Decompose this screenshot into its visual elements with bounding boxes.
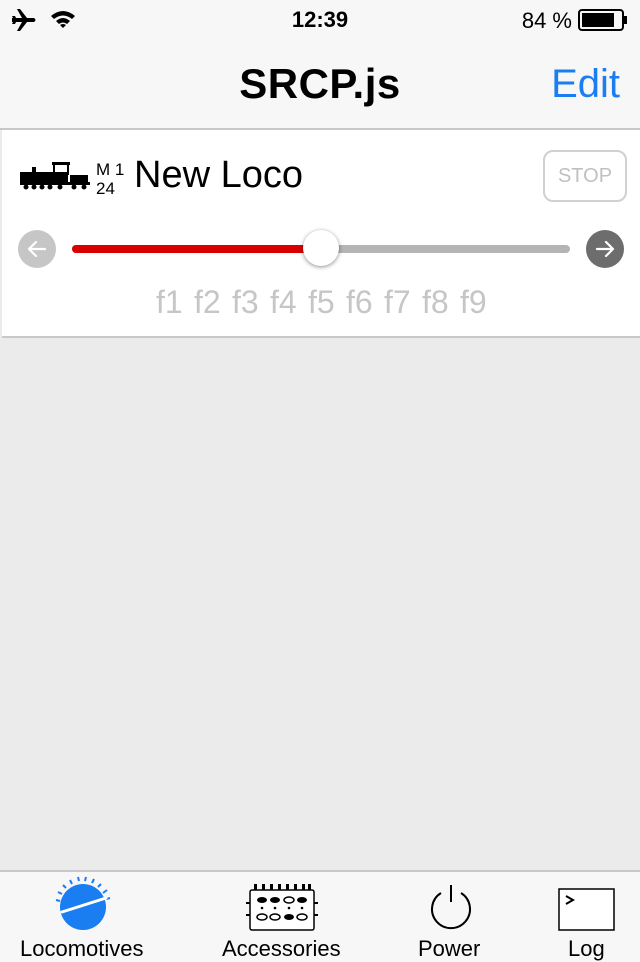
tab-label-locomotives: Locomotives [20, 936, 144, 961]
function-button-f6[interactable]: f6 [346, 284, 384, 321]
loco-name: New Loco [134, 154, 303, 196]
tab-power[interactable]: Power [404, 872, 496, 962]
tab-label-accessories: Accessories [222, 936, 341, 961]
function-button-f1[interactable]: f1 [156, 284, 194, 321]
navigation-bar: SRCP.js Edit [0, 40, 640, 130]
function-button-f4[interactable]: f4 [270, 284, 308, 321]
status-bar: 12:39 84 % [0, 0, 640, 40]
page-title: SRCP.js [239, 60, 401, 107]
function-buttons: f1 f2 f3 f4 f5 f6 f7 f8 f9 [156, 284, 498, 321]
speedometer-icon [50, 876, 116, 937]
tab-locomotives[interactable]: Locomotives [0, 872, 168, 962]
speed-slider-fill [72, 245, 321, 253]
loco-address: M 1 24 [96, 160, 132, 198]
arrow-right-icon [595, 240, 615, 258]
edit-button[interactable]: Edit [551, 62, 620, 107]
tab-bar: Locomotives Accessories Power Log [0, 870, 640, 962]
tab-log[interactable]: Log [540, 872, 640, 962]
direction-reverse-button[interactable] [18, 230, 56, 268]
stop-button[interactable]: STOP [543, 150, 627, 202]
battery-percent: 84 % [521, 8, 572, 33]
tab-accessories[interactable]: Accessories [210, 872, 360, 962]
function-button-f5[interactable]: f5 [308, 284, 346, 321]
function-button-f2[interactable]: f2 [194, 284, 232, 321]
arrow-left-icon [27, 240, 47, 258]
loco-cell[interactable]: M 1 24 New Loco STOP f1 f2 f3 f4 f5 f6 f7 f8 f9 [2, 130, 640, 338]
tab-label-log: Log [568, 936, 605, 961]
loco-protocol: M 1 [96, 160, 125, 179]
function-button-f3[interactable]: f3 [232, 284, 270, 321]
speed-slider-thumb[interactable] [303, 230, 339, 266]
direction-forward-button[interactable] [586, 230, 624, 268]
battery-icon [578, 9, 628, 36]
function-button-f9[interactable]: f9 [460, 284, 498, 321]
loco-address-number: 24 [96, 179, 115, 198]
function-button-f8[interactable]: f8 [422, 284, 460, 321]
terminal-icon [558, 888, 616, 937]
power-icon [426, 884, 476, 937]
function-button-f7[interactable]: f7 [384, 284, 422, 321]
tab-label-power: Power [418, 936, 481, 961]
locomotive-icon [20, 162, 92, 195]
switchboard-icon [246, 884, 318, 937]
